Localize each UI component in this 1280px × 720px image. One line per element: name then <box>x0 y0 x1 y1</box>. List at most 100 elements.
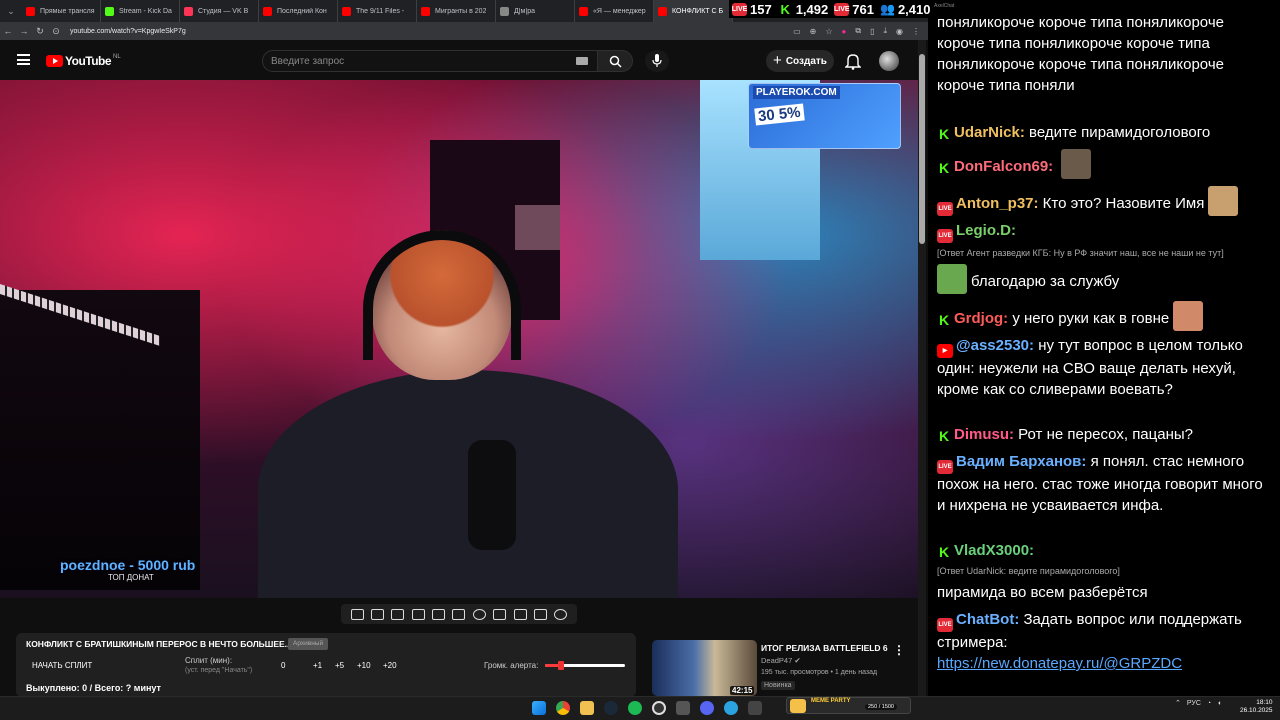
language-indicator[interactable]: РУС <box>1187 700 1201 707</box>
youtube-logo[interactable]: YouTube NL <box>46 54 121 68</box>
chat-username[interactable]: Dimusu: <box>954 426 1014 443</box>
split-add-20-button[interactable]: +20 <box>383 661 397 670</box>
editor-icon[interactable] <box>748 701 762 715</box>
chat-username[interactable]: @ass2530: <box>956 337 1034 354</box>
chat-username[interactable]: VladX3000: <box>954 542 1034 559</box>
browser-tab[interactable]: Студия — VK В <box>180 0 259 22</box>
split-add-1-button[interactable]: +1 <box>313 661 322 670</box>
tab-list-icon[interactable]: ⌄ <box>0 0 22 22</box>
picture-in-picture-icon[interactable] <box>432 608 446 620</box>
search-box <box>262 50 599 72</box>
menu-icon[interactable] <box>17 54 30 65</box>
split-add-10-button[interactable]: +10 <box>357 661 371 670</box>
page-scrollbar[interactable] <box>918 40 926 696</box>
windows-start-icon[interactable] <box>532 701 546 715</box>
speed-icon[interactable] <box>472 608 486 620</box>
profile-dot-icon[interactable]: ● <box>842 27 847 36</box>
search-icon <box>609 55 622 68</box>
user-avatar[interactable] <box>879 51 899 71</box>
browser-tab[interactable]: КОНФЛИКТ С Б <box>654 0 733 22</box>
split-value-0[interactable]: 0 <box>281 661 285 670</box>
clip-icon[interactable] <box>411 608 425 620</box>
telegram-icon[interactable] <box>724 701 738 715</box>
vk-platform-icon: LIVE <box>937 229 953 243</box>
extensions-icon[interactable]: ⧉ <box>855 26 861 36</box>
chat-message: K DonFalcon69: <box>937 149 1273 179</box>
steam-icon[interactable] <box>604 701 618 715</box>
volume-icon[interactable]: ◖ <box>1217 700 1221 707</box>
browser-tab[interactable]: Д|м|ра <box>496 0 575 22</box>
chat-text: у него руки как в говне <box>1012 310 1170 327</box>
url-field[interactable]: youtube.com/watch?v=KpgwIeSkP7g <box>70 28 186 35</box>
recommended-title[interactable]: ИТОГ РЕЛИЗА BATTLEFIELD 6 <box>761 643 888 653</box>
spotify-icon[interactable] <box>628 701 642 715</box>
chat-username[interactable]: ChatBot: <box>956 611 1019 628</box>
chat-username[interactable]: DonFalcon69: <box>954 158 1053 175</box>
clock[interactable]: 18:10 26.10.2025 <box>1240 699 1273 715</box>
screenshot-icon[interactable] <box>533 608 547 620</box>
frame-icon[interactable] <box>452 608 466 620</box>
reload-icon[interactable]: ↻ <box>32 26 48 37</box>
bookmark-icon[interactable]: ☆ <box>825 27 832 36</box>
menu-icon[interactable]: ⋮ <box>912 27 920 36</box>
chat-username[interactable]: Вадим Бархaнов: <box>956 453 1086 470</box>
browser-tab[interactable]: Прямые трансля <box>22 0 101 22</box>
video-player[interactable] <box>0 80 918 598</box>
obs-icon[interactable] <box>652 701 666 715</box>
wifi-icon[interactable]: ◔ <box>1207 700 1211 707</box>
meme-party-widget[interactable]: МЕМЕ PARTY 250 / 1500 <box>786 697 911 714</box>
sponsor-badge: 30 5% <box>754 103 805 126</box>
back-icon[interactable]: ← <box>0 26 16 36</box>
top-donation: poezdnoe - 5000 rub <box>60 557 196 573</box>
tab-favicon-icon <box>579 6 588 16</box>
search-button[interactable] <box>597 50 633 72</box>
voice-search-button[interactable] <box>645 50 669 72</box>
browser-tab[interactable]: Stream - Kick Da <box>101 0 180 22</box>
browser-tab[interactable]: «Я — менеджер <box>575 0 654 22</box>
chat-username[interactable]: Legio.D: <box>956 222 1016 239</box>
audio-icon[interactable] <box>371 608 385 620</box>
chat-text: поняликороче короче типа поняликороче ко… <box>937 14 1224 94</box>
cast-icon[interactable] <box>391 608 405 620</box>
more-options-icon[interactable]: ⋮ <box>893 643 905 657</box>
chat-username[interactable]: UdarNick: <box>954 124 1025 141</box>
search-input[interactable] <box>263 51 598 72</box>
tab-label: Прямые трансля <box>40 7 95 15</box>
site-info-icon[interactable]: ⊙ <box>48 26 64 37</box>
notifications-bell-icon[interactable] <box>845 52 861 70</box>
account-icon[interactable]: ◉ <box>896 27 903 36</box>
archive-chip[interactable]: Архивный <box>288 638 329 650</box>
slider-knob[interactable] <box>558 661 564 670</box>
donation-link[interactable]: https://new.donatepay.ru/@GRPZDC <box>937 655 1182 672</box>
split-add-5-button[interactable]: +5 <box>335 661 344 670</box>
chat-username[interactable]: Grdjog: <box>954 310 1008 327</box>
settings-gear-icon[interactable] <box>554 608 568 620</box>
cast-icon[interactable]: ▭ <box>793 27 801 36</box>
recommended-channel[interactable]: DeadP47 ✔ <box>761 656 801 665</box>
download-icon[interactable]: ⤓ <box>883 26 887 36</box>
keyboard-icon[interactable] <box>576 57 588 65</box>
browser-tab[interactable]: Последний Кон <box>259 0 338 22</box>
sidepanel-icon[interactable]: ▯ <box>870 27 874 36</box>
loop-icon[interactable] <box>350 608 364 620</box>
chat-username[interactable]: Anton_p37: <box>956 195 1039 212</box>
discord-icon[interactable] <box>700 701 714 715</box>
chevron-up-icon[interactable]: ⌃ <box>1175 699 1181 707</box>
scrollbar-thumb[interactable] <box>919 54 925 244</box>
chrome-icon[interactable] <box>556 701 570 715</box>
app-icon[interactable] <box>676 701 690 715</box>
add-icon[interactable] <box>513 608 527 620</box>
total-count: 2,410 <box>897 1 931 17</box>
chat-reply-quote: [Ответ UdarNick: ведите пирамидоголового… <box>937 566 1120 576</box>
start-split-button[interactable]: НАЧАТЬ СПЛИТ <box>32 661 92 670</box>
browser-tab[interactable]: Мигранты в 202 <box>417 0 496 22</box>
alert-volume-slider[interactable] <box>545 661 625 670</box>
create-button[interactable]: + Создать <box>766 50 834 72</box>
vk-platform-icon: LIVE <box>937 202 953 216</box>
fullscreen-icon[interactable] <box>493 608 507 620</box>
browser-tab[interactable]: The 9/11 Files - <box>338 0 417 22</box>
forward-icon[interactable]: → <box>16 26 32 36</box>
zoom-icon[interactable]: ⊕ <box>810 27 817 36</box>
youtube-play-icon <box>46 55 63 67</box>
explorer-icon[interactable] <box>580 701 594 715</box>
